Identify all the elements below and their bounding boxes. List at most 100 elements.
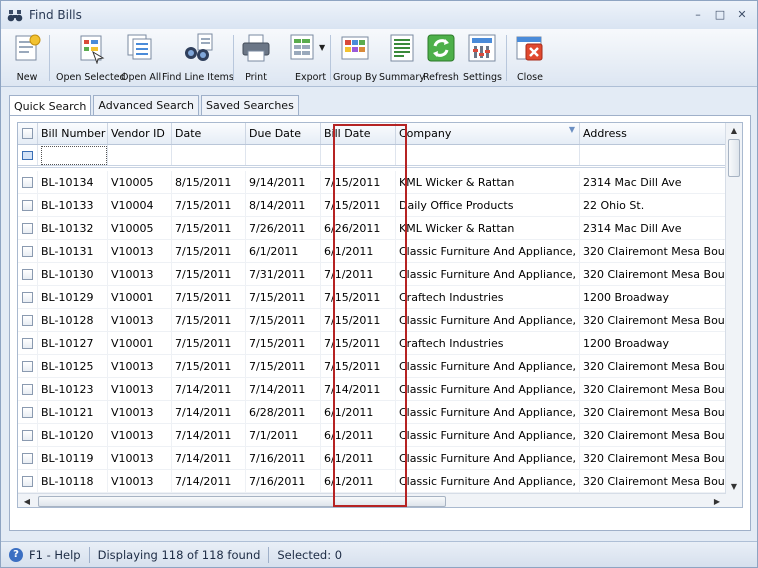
row-checkbox[interactable] — [22, 429, 33, 441]
table-row[interactable]: BL-10127 V10001 7/15/2011 7/15/2011 7/15/201… — [18, 332, 726, 355]
row-checkbox[interactable] — [22, 176, 33, 188]
column-header-date[interactable]: Date — [172, 123, 246, 144]
row-checkbox-cell[interactable] — [18, 263, 38, 285]
row-checkbox[interactable] — [22, 383, 33, 395]
table-row[interactable]: BL-10125 V10013 7/15/2011 7/15/2011 7/15/201… — [18, 355, 726, 378]
row-checkbox-cell[interactable] — [18, 194, 38, 216]
table-row[interactable]: BL-10118 V10013 7/14/2011 7/16/2011 6/1/2011… — [18, 470, 726, 493]
filter-row-icon — [22, 150, 33, 160]
column-header-company[interactable]: Company ▼ — [396, 123, 580, 144]
cell-bill-date: 7/15/2011 — [321, 332, 396, 354]
cell-address: 320 Clairemont Mesa Boulev — [580, 263, 726, 285]
cell-company: Classic Furniture And Appliance, Inc. — [396, 263, 580, 285]
row-checkbox[interactable] — [22, 360, 33, 372]
table-row[interactable]: BL-10123 V10013 7/14/2011 7/14/2011 7/14/201… — [18, 378, 726, 401]
row-checkbox-cell[interactable] — [18, 286, 38, 308]
row-checkbox-cell[interactable] — [18, 401, 38, 423]
cell-date: 7/14/2011 — [172, 424, 246, 446]
maximize-icon[interactable]: □ — [711, 5, 729, 23]
cell-bill-date: 6/1/2011 — [321, 470, 396, 492]
filter-cell-date[interactable] — [172, 145, 246, 165]
row-checkbox-cell[interactable] — [18, 447, 38, 469]
refresh-button[interactable]: Refresh — [423, 32, 459, 86]
filter-funnel-icon[interactable]: ▼ — [569, 125, 575, 134]
table-row[interactable]: BL-10133 V10004 7/15/2011 8/14/2011 7/15/201… — [18, 194, 726, 217]
help-status[interactable]: ? F1 - Help — [9, 546, 90, 563]
cell-bill-date: 6/1/2011 — [321, 401, 396, 423]
filter-cell-due-date[interactable] — [246, 145, 321, 165]
select-all-checkbox-cell[interactable] — [18, 123, 38, 144]
close-window-icon[interactable]: ✕ — [733, 5, 751, 23]
print-button[interactable]: Print — [240, 32, 272, 86]
table-row[interactable]: BL-10130 V10013 7/15/2011 7/31/2011 7/1/2011… — [18, 263, 726, 286]
row-checkbox-cell[interactable] — [18, 470, 38, 492]
scroll-right-arrow-icon[interactable]: ▶ — [710, 494, 724, 507]
row-checkbox[interactable] — [22, 291, 33, 303]
table-row[interactable]: BL-10120 V10013 7/14/2011 7/1/2011 6/1/2011 C… — [18, 424, 726, 447]
find-line-items-button[interactable]: Find Line Items — [162, 32, 234, 86]
export-button[interactable]: Export — [281, 32, 326, 86]
row-checkbox-cell[interactable] — [18, 332, 38, 354]
tab-quick-search[interactable]: Quick Search — [9, 95, 92, 116]
close-button[interactable]: Close — [514, 32, 546, 86]
table-row[interactable]: BL-10132 V10005 7/15/2011 7/26/2011 6/26/201… — [18, 217, 726, 240]
vertical-scroll-thumb[interactable] — [728, 139, 740, 177]
tab-saved-searches[interactable]: Saved Searches — [201, 95, 299, 115]
cell-bill-date: 6/26/2011 — [321, 217, 396, 239]
vertical-scrollbar[interactable]: ▲ ▼ — [725, 123, 742, 493]
filter-cell-bill-number[interactable] — [38, 145, 108, 165]
displaying-status: Displaying 118 of 118 found — [98, 546, 270, 563]
row-checkbox[interactable] — [22, 199, 33, 211]
row-checkbox[interactable] — [22, 245, 33, 257]
scroll-left-arrow-icon[interactable]: ◀ — [20, 494, 34, 507]
export-icon — [290, 34, 314, 60]
table-row[interactable]: BL-10131 V10013 7/15/2011 6/1/2011 6/1/2011 C… — [18, 240, 726, 263]
table-row[interactable]: BL-10129 V10001 7/15/2011 7/15/2011 7/15/201… — [18, 286, 726, 309]
row-checkbox-cell[interactable] — [18, 309, 38, 331]
table-row[interactable]: BL-10121 V10013 7/14/2011 6/28/2011 6/1/2011… — [18, 401, 726, 424]
settings-button[interactable]: Settings — [463, 32, 502, 86]
row-checkbox-cell[interactable] — [18, 171, 38, 193]
minimize-icon[interactable]: – — [689, 5, 707, 23]
table-row[interactable]: BL-10134 V10005 8/15/2011 9/14/2011 7/15/201… — [18, 171, 726, 194]
row-checkbox[interactable] — [22, 314, 33, 326]
group-by-button[interactable]: Group By — [333, 32, 377, 86]
horizontal-scrollbar[interactable]: ◀ ▶ — [18, 493, 726, 507]
horizontal-scroll-thumb[interactable] — [38, 496, 446, 507]
filter-cell-bill-date[interactable] — [321, 145, 396, 165]
select-all-checkbox[interactable] — [22, 128, 33, 139]
column-header-due-date[interactable]: Due Date — [246, 123, 321, 144]
scroll-up-arrow-icon[interactable]: ▲ — [726, 123, 742, 137]
column-header-bill-date[interactable]: Bill Date — [321, 123, 396, 144]
summary-button[interactable]: Summary — [379, 32, 425, 86]
new-button[interactable]: New — [11, 32, 43, 86]
row-checkbox[interactable] — [22, 268, 33, 280]
filter-cell-address[interactable] — [580, 145, 726, 165]
row-checkbox[interactable] — [22, 337, 33, 349]
tab-advanced-search[interactable]: Advanced Search — [93, 95, 200, 115]
bill-number-filter-input[interactable] — [41, 145, 107, 165]
table-row[interactable]: BL-10119 V10013 7/14/2011 7/16/2011 6/1/2011… — [18, 447, 726, 470]
row-checkbox-cell[interactable] — [18, 217, 38, 239]
open-selected-button[interactable]: Open Selected — [56, 32, 126, 86]
row-checkbox-cell[interactable] — [18, 378, 38, 400]
row-checkbox-cell[interactable] — [18, 424, 38, 446]
row-checkbox-cell[interactable] — [18, 355, 38, 377]
column-header-bill-number[interactable]: Bill Number — [38, 123, 108, 144]
cell-vendor-id: V10004 — [108, 194, 172, 216]
filter-cell-vendor-id[interactable] — [108, 145, 172, 165]
row-checkbox-cell[interactable] — [18, 240, 38, 262]
row-checkbox[interactable] — [22, 222, 33, 234]
row-checkbox[interactable] — [22, 406, 33, 418]
scroll-down-arrow-icon[interactable]: ▼ — [726, 479, 742, 493]
cell-date: 7/15/2011 — [172, 332, 246, 354]
export-dropdown-arrow-icon[interactable]: ▼ — [319, 43, 325, 52]
column-header-address[interactable]: Address — [580, 123, 726, 144]
row-checkbox[interactable] — [22, 475, 33, 487]
row-checkbox[interactable] — [22, 452, 33, 464]
column-header-vendor-id[interactable]: Vendor ID — [108, 123, 172, 144]
cell-address: 320 Clairemont Mesa Boulev — [580, 447, 726, 469]
open-all-button[interactable]: Open All — [121, 32, 161, 86]
table-row[interactable]: BL-10128 V10013 7/15/2011 7/15/2011 7/15/201… — [18, 309, 726, 332]
filter-cell-company[interactable] — [396, 145, 580, 165]
